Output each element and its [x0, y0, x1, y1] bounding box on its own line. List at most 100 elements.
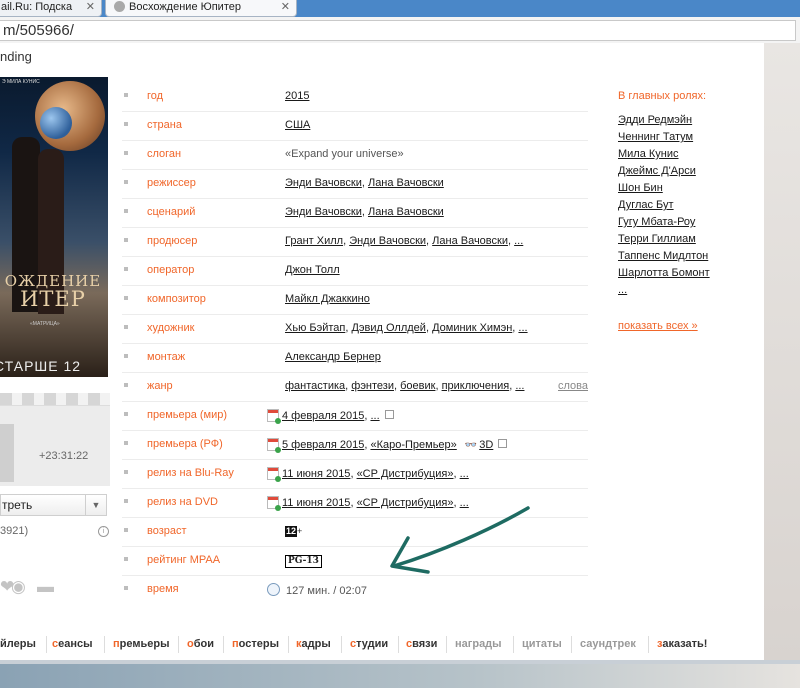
fact-label: жанр — [147, 380, 173, 392]
votes-count: 3921) — [0, 525, 29, 537]
fact-row-composer: композитор Майкл Джаккино — [122, 286, 588, 315]
fact-label: год — [147, 90, 164, 102]
date-link[interactable]: 4 февраля 2015 — [282, 410, 364, 422]
more-link[interactable]: ... — [514, 235, 523, 247]
fact-label: премьера (РФ) — [147, 438, 223, 450]
year-link[interactable]: 2015 — [285, 90, 309, 102]
calendar-icon[interactable] — [267, 409, 281, 424]
person-link[interactable]: Александр Бернер — [285, 351, 381, 363]
nav-wallpapers[interactable]: обои — [187, 638, 214, 650]
country-link[interactable]: США — [285, 119, 310, 131]
fact-label: оператор — [147, 264, 195, 276]
cast-item[interactable]: Шон Бин — [618, 180, 738, 197]
info-icon[interactable]: i — [98, 526, 109, 537]
person-link[interactable]: Дэвид Оллдей — [351, 322, 425, 334]
annotation-arrow — [390, 506, 530, 574]
nav-studios[interactable]: студии — [350, 638, 388, 650]
fact-row-genre: жанр фантастика, фэнтези, боевик, приклю… — [122, 373, 588, 402]
desktop-background — [0, 660, 800, 688]
browser-tab-active[interactable]: Восхождение Юпитер ✕ — [105, 0, 297, 17]
cast-item[interactable]: Гугу Мбата-Роу — [618, 214, 738, 231]
more-link[interactable]: ... — [460, 468, 469, 480]
calendar-icon[interactable] — [267, 438, 281, 453]
nav-sessions[interactable]: сеансы — [52, 638, 93, 650]
cast-more-link[interactable]: ... — [618, 282, 738, 299]
fact-row-director: режиссер Энди Вачовски, Лана Вачовски — [122, 170, 588, 199]
close-icon[interactable]: ✕ — [86, 0, 95, 15]
more-link[interactable]: ... — [515, 380, 524, 392]
person-link[interactable]: Грант Хилл — [285, 235, 343, 247]
distributor-link[interactable]: «СР Дистрибуция» — [357, 468, 454, 480]
trailer-player[interactable] — [0, 405, 110, 486]
cast-item[interactable]: Мила Кунис — [618, 146, 738, 163]
movie-poster[interactable]: Э МИЛА КУНИС ОЖДЕНИЕ ИТЕР «МАТРИЦА» СТАР… — [0, 77, 108, 377]
person-link[interactable]: Лана Вачовски — [368, 177, 444, 189]
person-link[interactable]: Энди Вачовски — [349, 235, 426, 247]
nav-quotes[interactable]: цитаты — [522, 638, 562, 650]
show-all-cast-link[interactable]: показать всех » — [618, 320, 698, 332]
person-link[interactable]: Майкл Джаккино — [285, 293, 370, 305]
person-link[interactable]: Доминик Химэн — [432, 322, 512, 334]
cast-item[interactable]: Дуглас Бут — [618, 197, 738, 214]
background-edge — [764, 43, 800, 660]
date-link[interactable]: 11 июня 2015 — [282, 468, 350, 480]
fact-label: композитор — [147, 293, 206, 305]
expand-icon[interactable] — [384, 410, 394, 419]
person-link[interactable]: Хью Бэйтап — [285, 322, 345, 334]
cast-item[interactable]: Шарлотта Бомонт — [618, 265, 738, 282]
more-link[interactable]: ... — [518, 322, 527, 334]
more-link[interactable]: ... — [370, 410, 379, 422]
eye-icon[interactable]: ◉ — [11, 578, 26, 596]
fact-row-artist: художник Хью Бэйтап, Дэвид Оллдей, Домин… — [122, 315, 588, 344]
fact-label: слоган — [147, 148, 182, 160]
fact-row-time: время 127 мин. / 02:07 — [122, 576, 588, 604]
genre-link[interactable]: боевик — [400, 380, 435, 392]
distributor-link[interactable]: «Каро-Премьер» — [370, 439, 456, 451]
keywords-link[interactable]: слова — [558, 380, 588, 392]
age-rating-plus: + — [297, 526, 303, 536]
calendar-icon[interactable] — [267, 496, 281, 511]
nav-premieres[interactable]: премьеры — [113, 638, 169, 650]
close-icon[interactable]: ✕ — [281, 0, 290, 15]
cast-item[interactable]: Терри Гиллиам — [618, 231, 738, 248]
nav-posters[interactable]: постеры — [232, 638, 279, 650]
genre-link[interactable]: фэнтези — [351, 380, 394, 392]
slogan-text: «Expand your universe» — [285, 148, 404, 160]
browser-tab-mail[interactable]: ail.Ru: Подска ✕ — [0, 0, 102, 17]
nav-awards[interactable]: награды — [455, 638, 502, 650]
genre-link[interactable]: приключения — [442, 380, 510, 392]
poster-title-line: ИТЕР — [20, 287, 86, 311]
date-link[interactable]: 11 июня 2015 — [282, 497, 350, 509]
poster-title: ОЖДЕНИЕ ИТЕР — [0, 272, 108, 311]
person-link[interactable]: Лана Вачовски — [368, 206, 444, 218]
nav-order[interactable]: заказать! — [657, 638, 707, 650]
cast-item[interactable]: Джеймс Д'Арси — [618, 163, 738, 180]
cast-item[interactable]: Эдди Редмэйн — [618, 112, 738, 129]
comment-icon[interactable]: ▬ — [37, 578, 54, 596]
format-3d-link[interactable]: 3D — [479, 439, 493, 451]
calendar-icon[interactable] — [267, 467, 281, 482]
cast-item[interactable]: Таппенс Мидлтон — [618, 248, 738, 265]
genre-link[interactable]: фантастика — [285, 380, 345, 392]
watch-select[interactable]: треть ▼ — [0, 494, 107, 516]
show-all-label: показать всех — [618, 320, 689, 332]
person-link[interactable]: Лана Вачовски — [432, 235, 508, 247]
player-thumbnail — [0, 424, 14, 482]
cast-item[interactable]: Ченнинг Татум — [618, 129, 738, 146]
page-fragment-text: nding — [0, 49, 32, 64]
nav-stills[interactable]: кадры — [296, 638, 331, 650]
person-link[interactable]: Джон Толл — [285, 264, 340, 276]
person-link[interactable]: Энди Вачовски — [285, 206, 362, 218]
nav-links[interactable]: связи — [406, 638, 437, 650]
fact-label: художник — [147, 322, 195, 334]
expand-icon[interactable] — [498, 439, 508, 448]
date-link[interactable]: 5 февраля 2015 — [282, 439, 364, 451]
cast-title: В главных ролях: — [618, 90, 707, 102]
chevron-down-icon[interactable]: ▼ — [85, 495, 106, 515]
nav-trailers[interactable]: йлеры — [0, 638, 36, 650]
person-link[interactable]: Энди Вачовски — [285, 177, 362, 189]
fact-row-writer: сценарий Энди Вачовски, Лана Вачовски — [122, 199, 588, 228]
mpaa-rating-badge[interactable]: PG-13 — [285, 555, 322, 568]
url-input[interactable]: m/505966/ — [0, 20, 796, 41]
nav-soundtrack[interactable]: саундтрек — [580, 638, 636, 650]
